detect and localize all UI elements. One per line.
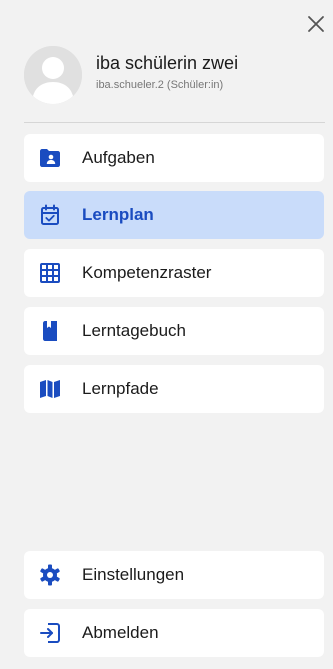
- nav-item-abmelden[interactable]: Abmelden: [24, 609, 324, 657]
- grid-icon: [38, 261, 62, 285]
- map-icon: [38, 377, 62, 401]
- navigation-drawer: iba schülerin zwei iba.schueler.2 (Schül…: [10, 0, 333, 669]
- nav-label-lernplan: Lernplan: [82, 205, 154, 224]
- book-icon: [38, 319, 62, 343]
- user-name: iba schülerin zwei: [96, 53, 239, 73]
- nav-label-aufgaben: Aufgaben: [82, 148, 155, 167]
- gear-icon: [38, 563, 62, 587]
- nav-item-lernpfade[interactable]: Lernpfade: [24, 365, 324, 413]
- nav-label-abmelden: Abmelden: [82, 623, 159, 642]
- divider: [24, 122, 325, 123]
- nav-label-kompetenzraster: Kompetenzraster: [82, 263, 212, 282]
- user-silhouette-icon: [24, 46, 82, 104]
- nav-item-einstellungen[interactable]: Einstellungen: [24, 551, 324, 599]
- nav-item-lernplan[interactable]: Lernplan: [24, 191, 324, 239]
- nav-label-lerntagebuch: Lerntagebuch: [82, 321, 186, 340]
- calendar-check-icon: [38, 203, 62, 227]
- logout-icon: [38, 621, 62, 645]
- user-subtitle: iba.schueler.2 (Schüler:in): [96, 79, 224, 91]
- nav-label-lernpfade: Lernpfade: [82, 379, 159, 398]
- nav-label-einstellungen: Einstellungen: [82, 565, 185, 584]
- avatar: [24, 46, 82, 104]
- nav-item-aufgaben[interactable]: Aufgaben: [24, 134, 324, 182]
- nav-item-kompetenzraster[interactable]: Kompetenzraster: [24, 249, 324, 297]
- user-profile: iba schülerin zwei iba.schueler.2 (Schül…: [24, 46, 238, 104]
- folder-user-icon: [38, 146, 62, 170]
- nav-item-lerntagebuch[interactable]: Lerntagebuch: [24, 307, 324, 355]
